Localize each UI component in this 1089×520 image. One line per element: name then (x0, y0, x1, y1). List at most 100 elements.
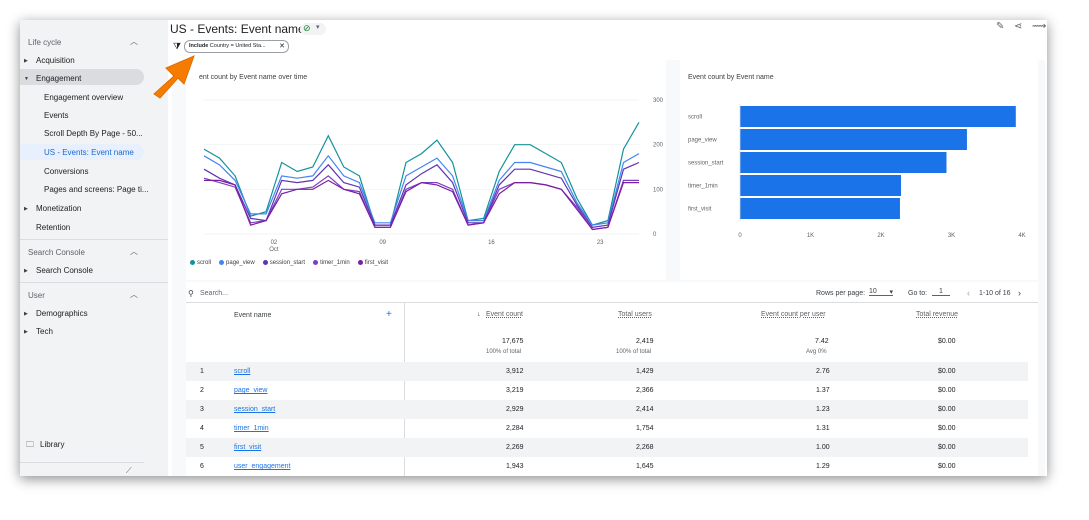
sidebar-item-library[interactable]: Library (40, 440, 64, 449)
search-icon[interactable]: ⚲ (188, 289, 194, 298)
total-users: 2,419 (636, 338, 654, 345)
column-header-event-name[interactable]: Event name (234, 312, 271, 319)
event-name-link[interactable]: user_engagement (234, 463, 290, 470)
x-tick-label: 09 (379, 240, 386, 246)
sidebar-item-scroll-depth[interactable]: Scroll Depth By Page - 50... (44, 129, 143, 138)
per-user-cell: 1.37 (816, 387, 830, 394)
sidebar-item-demographics[interactable]: Demographics (36, 309, 88, 318)
column-header-revenue[interactable]: Total revenue (916, 311, 958, 318)
x-tick-label: 2K (877, 233, 884, 239)
previous-page-icon[interactable]: ‹ (967, 288, 970, 298)
sidebar-item-tech[interactable]: Tech (36, 327, 53, 336)
sidebar-section-search-console[interactable]: Search Console (28, 248, 85, 257)
collapse-arrow-icon[interactable]: ▼ (24, 76, 29, 82)
x-tick-sublabel: Oct (269, 247, 279, 253)
legend-item-scroll[interactable]: scroll (190, 260, 211, 266)
expand-arrow-icon[interactable]: ▶ (24, 311, 28, 317)
x-tick-label: 02 (271, 240, 278, 246)
expand-arrow-icon[interactable]: ▶ (24, 268, 28, 274)
insights-icon[interactable]: ⟿ (1032, 21, 1046, 32)
sidebar-item-engagement[interactable]: Engagement (36, 74, 81, 83)
sidebar-section-user[interactable]: User (28, 291, 45, 300)
sidebar-item-us-events[interactable]: US - Events: Event name (44, 148, 134, 157)
bar-category-label: timer_1min (688, 184, 718, 190)
chevron-up-icon[interactable]: ︿ (130, 246, 138, 257)
table-row[interactable]: 6 user_engagement 1,943 1,645 1.29 $0.00 (186, 457, 1028, 476)
goto-input[interactable]: 1 (932, 288, 950, 296)
sidebar: Life cycle ︿ ▶ Acquisition ▼ Engagement … (20, 20, 168, 476)
column-header-event-count[interactable]: Event count (486, 311, 523, 318)
table-row[interactable]: 5 first_visit 2,269 2,268 1.00 $0.00 (186, 438, 1028, 457)
y-tick-label: 0 (653, 232, 657, 238)
expand-arrow-icon[interactable]: ▶ (24, 329, 28, 335)
folder-icon[interactable]: 🗀 (26, 439, 34, 453)
event-name-link[interactable]: scroll (234, 368, 250, 375)
search-input[interactable]: Search... (200, 290, 228, 297)
revenue-cell: $0.00 (938, 425, 956, 432)
sidebar-item-engagement-overview[interactable]: Engagement overview (44, 93, 123, 102)
event-name-link[interactable]: first_visit (234, 444, 261, 451)
table-row[interactable]: 4 timer_1min 2,284 1,754 1.31 $0.00 (186, 419, 1028, 438)
expand-arrow-icon[interactable]: ▶ (24, 58, 28, 64)
legend-item-page_view[interactable]: page_view (219, 260, 255, 266)
expand-arrow-icon[interactable]: ▶ (24, 206, 28, 212)
sidebar-item-events[interactable]: Events (44, 111, 68, 120)
legend-label: scroll (197, 260, 212, 267)
legend-item-first_visit[interactable]: first_visit (357, 260, 388, 266)
row-index: 4 (200, 425, 204, 432)
rows-per-page-select[interactable]: 10 ▾ (869, 288, 893, 296)
event-name-link[interactable]: session_start (234, 406, 275, 413)
total-revenue: $0.00 (938, 338, 956, 345)
data-table-panel: ⚲ Search... Rows per page: 10 ▾ Go to: 1… (186, 282, 1038, 476)
per-user-cell: 1.31 (816, 425, 830, 432)
sidebar-section-lifecycle[interactable]: Life cycle (28, 38, 61, 47)
chevron-up-icon[interactable]: ︿ (130, 289, 138, 300)
sort-desc-icon[interactable]: ↓ (477, 311, 481, 318)
table-row[interactable]: 2 page_view 3,219 2,366 1.37 $0.00 (186, 381, 1028, 400)
event-name-link[interactable]: timer_1min (234, 425, 269, 432)
add-dimension-icon[interactable]: + (386, 309, 392, 320)
sidebar-item-search-console[interactable]: Search Console (36, 266, 93, 275)
column-header-per-user[interactable]: Event count per user (761, 311, 826, 318)
x-tick-label: 3K (948, 233, 955, 239)
legend-dot (219, 260, 225, 265)
sidebar-item-pages-screens[interactable]: Pages and screens: Page ti... (44, 185, 149, 194)
total-event-count-sub: 100% of total (486, 349, 522, 355)
legend-item-session_start[interactable]: session_start (262, 260, 305, 266)
bar-chart-panel: Event count by Event name scroll page_vie… (680, 60, 1038, 280)
event-count-cell: 1,943 (506, 463, 524, 470)
event-name-link[interactable]: page_view (234, 387, 267, 394)
table-row[interactable]: 1 scroll 3,912 1,429 2.76 $0.00 (186, 362, 1028, 381)
chevron-up-icon[interactable]: ︿ (130, 36, 138, 47)
event-count-cell: 3,219 (506, 387, 524, 394)
report-status-dropdown[interactable]: ⊘ ▾ (300, 23, 326, 35)
per-user-cell: 1.00 (816, 444, 830, 451)
report-card: ent count by Event name over time 0 100 20… (172, 60, 1045, 476)
x-tick-label: 16 (488, 240, 495, 246)
share-icon[interactable]: ⋖ (1014, 21, 1022, 32)
collapse-sidebar-icon[interactable]: ⟋ (126, 466, 132, 476)
legend-dot (190, 260, 195, 265)
close-icon[interactable]: ✕ (279, 41, 285, 52)
total-per-user-sub: Avg 0% (806, 349, 827, 355)
legend-dot (313, 260, 319, 265)
edit-report-icon[interactable]: ✎ (996, 21, 1004, 32)
revenue-cell: $0.00 (938, 406, 956, 413)
sidebar-item-monetization[interactable]: Monetization (36, 204, 81, 213)
column-header-total-users[interactable]: Total users (618, 311, 652, 318)
total-users-sub: 100% of total (616, 349, 652, 355)
legend-label: timer_1min (320, 260, 350, 267)
next-page-icon[interactable]: › (1018, 288, 1021, 298)
sidebar-item-retention[interactable]: Retention (36, 223, 70, 232)
x-tick-label: 4K (1018, 233, 1025, 239)
sidebar-item-conversions[interactable]: Conversions (44, 167, 88, 176)
sidebar-item-acquisition[interactable]: Acquisition (36, 56, 75, 65)
rows-per-page-value: 10 (869, 288, 877, 295)
row-index: 5 (200, 444, 204, 451)
line-chart: 0 100 200 300 02Oct 09 16 23 (203, 98, 664, 253)
filter-value: Country = United Sta... (209, 43, 266, 49)
page-range: 1-10 of 16 (979, 290, 1011, 297)
bar-scroll (740, 106, 1016, 127)
legend-item-timer_1min[interactable]: timer_1min (313, 260, 350, 266)
table-row[interactable]: 3 session_start 2,929 2,414 1.23 $0.00 (186, 400, 1028, 419)
